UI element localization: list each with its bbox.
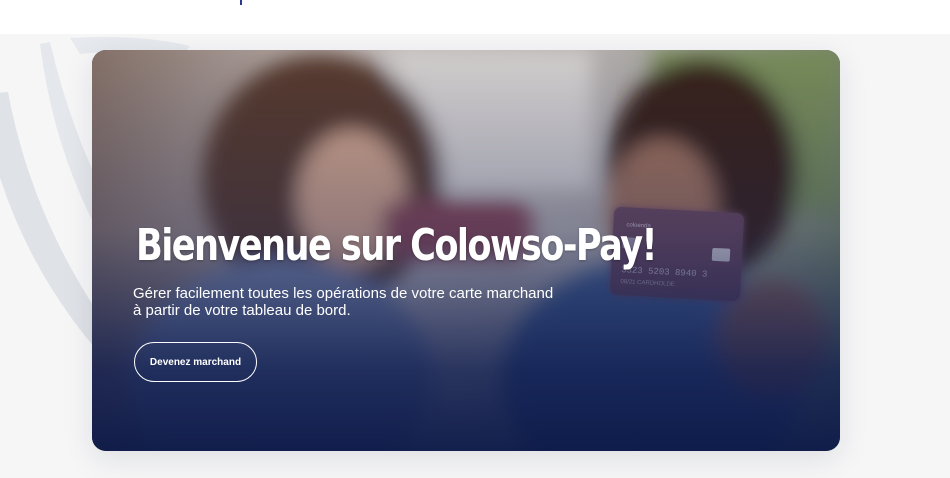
hero-title: Bienvenue sur Colowso-Pay! bbox=[136, 220, 658, 271]
top-strip bbox=[0, 0, 950, 34]
cursor-mark bbox=[240, 0, 242, 5]
hero-banner: coloenda 3323 5203 8940 3 08/21 CARDHOLD… bbox=[92, 50, 840, 451]
hero-section: coloenda 3323 5203 8940 3 08/21 CARDHOLD… bbox=[0, 34, 950, 478]
become-merchant-button[interactable]: Devenez marchand bbox=[134, 342, 257, 382]
hero-subtitle: Gérer facilement toutes les opérations d… bbox=[133, 285, 554, 319]
